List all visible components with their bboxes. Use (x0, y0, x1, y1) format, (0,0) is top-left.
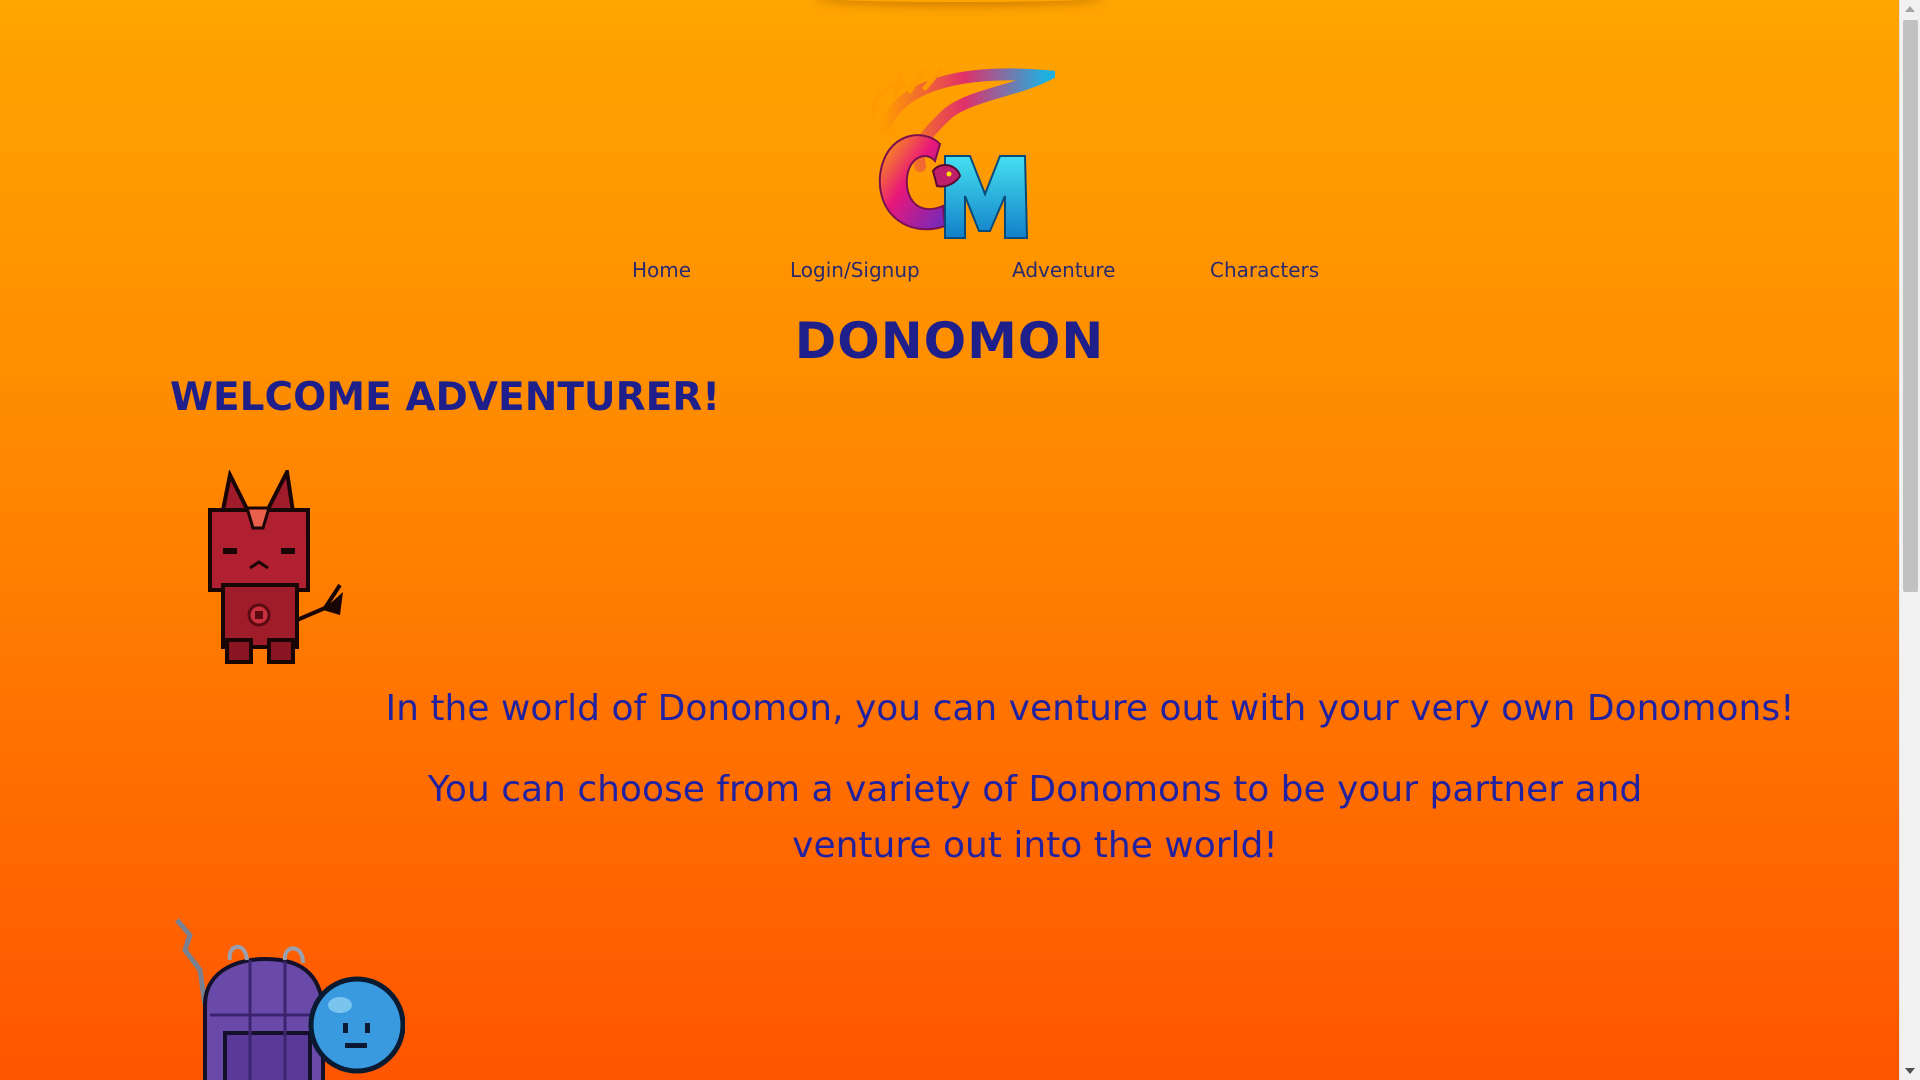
intro-paragraph-1: In the world of Donomon, you can venture… (385, 688, 1795, 729)
dragon-dm-logo-icon (871, 67, 1055, 239)
scroll-up-arrow-icon[interactable] (1905, 6, 1915, 12)
welcome-heading: WELCOME ADVENTURER! (170, 375, 721, 420)
page-title: DONOMON (794, 312, 1105, 370)
top-shadow (820, 0, 1100, 2)
scroll-thumb[interactable] (1903, 20, 1918, 592)
nav-home-link[interactable]: Home (632, 258, 691, 282)
nav-characters-link[interactable]: Characters (1210, 258, 1319, 282)
red-horned-creature-icon (208, 470, 343, 664)
purple-knight-blue-blob-icon (175, 918, 405, 1080)
page-viewport: Home Login/Signup Adventure Characters D… (0, 0, 1899, 1080)
vertical-scrollbar[interactable] (1899, 0, 1920, 1080)
nav-adventure-link[interactable]: Adventure (1012, 258, 1115, 282)
scroll-down-arrow-icon[interactable] (1905, 1068, 1915, 1074)
main-nav: Home Login/Signup Adventure Characters (0, 258, 1899, 288)
nav-login-signup-link[interactable]: Login/Signup (790, 258, 920, 282)
intro-paragraph-2: You can choose from a variety of Donomon… (427, 769, 1643, 866)
